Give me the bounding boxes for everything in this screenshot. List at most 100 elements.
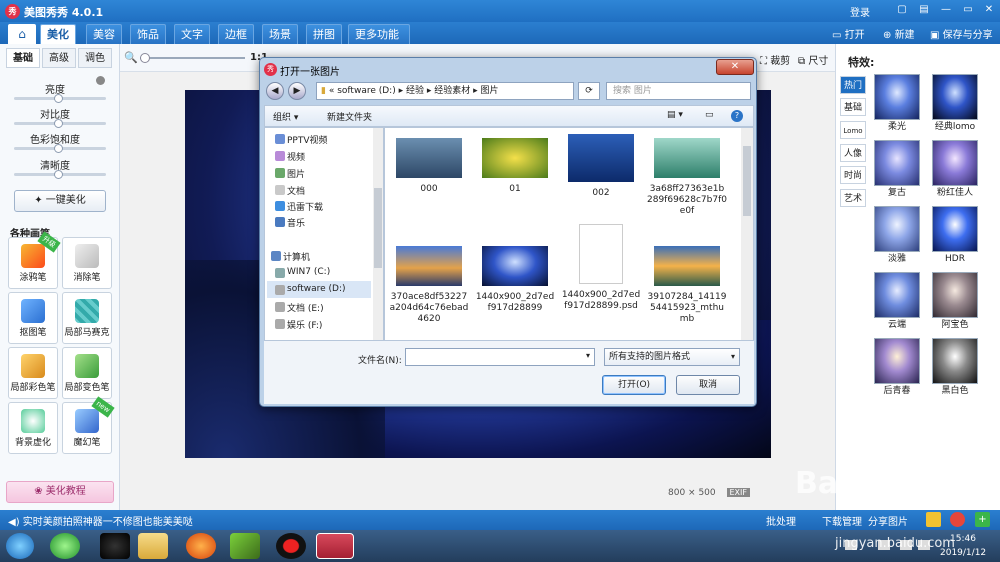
fx-tab-lomo[interactable]: Lomo [840, 121, 866, 139]
login-link[interactable]: 登录 [850, 4, 870, 19]
path-drive[interactable]: software (D:) [337, 86, 396, 96]
minimize-icon[interactable]: — [937, 2, 955, 18]
effect-classic-lomo[interactable]: 经典lomo [931, 74, 979, 136]
open-file-button[interactable]: 打开(O) [602, 375, 666, 395]
tab-text[interactable]: 文字 [174, 24, 210, 44]
plus-icon[interactable]: + [975, 512, 990, 527]
path-folder-2[interactable]: 经验素材 [434, 86, 470, 96]
brightness-knob[interactable] [54, 94, 63, 103]
nav-drive-c[interactable]: WIN7 (C:) [287, 267, 330, 277]
tool-local-recolor[interactable]: 局部变色笔 [62, 347, 112, 399]
tool-local-color[interactable]: 局部彩色笔 [8, 347, 58, 399]
path-overflow[interactable]: « [329, 86, 335, 96]
effect-black-white[interactable]: 黑白色 [931, 338, 979, 400]
tool-bg-blur[interactable]: 背景虚化 [8, 402, 58, 454]
effect-retro[interactable]: 复古 [873, 140, 921, 202]
star-icon[interactable] [926, 512, 941, 527]
tab-border[interactable]: 边框 [218, 24, 254, 44]
meitu-taskbar-icon[interactable] [316, 533, 354, 559]
nav-xunlei[interactable]: 迅雷下载 [287, 200, 323, 213]
contrast-slider[interactable] [14, 119, 106, 128]
path-folder-1[interactable]: 经验 [406, 86, 424, 96]
path-folder-3[interactable]: 图片 [481, 86, 499, 96]
nav-scrollbar-thumb[interactable] [374, 188, 382, 268]
effect-elegant[interactable]: 淡雅 [873, 206, 921, 268]
preview-pane-icon[interactable]: ▭ [705, 110, 714, 120]
new-folder-button[interactable]: 新建文件夹 [327, 110, 372, 123]
auto-beautify-button[interactable]: ✦ 一键美化 [14, 190, 106, 212]
file-scrollbar[interactable] [741, 128, 753, 340]
file-item[interactable]: 01 [475, 138, 555, 195]
back-icon[interactable]: ◀ [266, 82, 284, 100]
file-item[interactable]: 002 [561, 134, 641, 199]
nav-pictures[interactable]: 图片 [287, 167, 305, 180]
dialog-search-input[interactable]: 搜索 图片 [606, 82, 751, 100]
folder-icon[interactable] [138, 533, 168, 559]
nav-drive-e[interactable]: 文档 (E:) [287, 301, 324, 314]
close-icon[interactable]: ✕ [980, 2, 998, 18]
fx-tab-hot[interactable]: 热门 [840, 76, 866, 94]
nav-pptv[interactable]: PPTV视频 [287, 133, 328, 146]
nav-documents[interactable]: 文档 [287, 184, 305, 197]
nav-drive-f[interactable]: 娱乐 (F:) [287, 318, 322, 331]
sharpness-slider[interactable] [14, 170, 106, 179]
firefox-icon[interactable] [186, 533, 216, 559]
360-icon[interactable] [50, 533, 80, 559]
help-icon[interactable]: ? [731, 110, 743, 122]
file-scrollbar-thumb[interactable] [743, 146, 751, 216]
zoom-slider-knob[interactable] [140, 53, 150, 63]
effect-cloud[interactable]: 云端 [873, 272, 921, 334]
nav-videos[interactable]: 视频 [287, 150, 305, 163]
tab-beautify[interactable]: 美化 [40, 24, 76, 44]
fx-tab-art[interactable]: 艺术 [840, 189, 866, 207]
chevron-down-icon[interactable]: ▾ [586, 351, 590, 360]
media-icon[interactable] [230, 533, 260, 559]
menu-icon[interactable]: ▤ [915, 2, 933, 18]
tool-eraser[interactable]: 消除笔 [62, 237, 112, 289]
tab-collage[interactable]: 拼图 [306, 24, 342, 44]
open-button[interactable]: ▭ 打开 [832, 26, 865, 41]
status-tip[interactable]: ◀) 实时美颜拍照神器一不修图也能美美哒 [8, 513, 193, 528]
batch-button[interactable]: 批处理 [766, 513, 796, 528]
tool-mosaic[interactable]: 局部马赛克 [62, 292, 112, 344]
subtab-advanced[interactable]: 高级 [42, 48, 76, 68]
tab-scene[interactable]: 场景 [262, 24, 298, 44]
brightness-slider[interactable] [14, 94, 106, 103]
start-icon[interactable] [6, 533, 34, 559]
home-icon[interactable]: ⌂ [8, 24, 36, 44]
file-item[interactable]: 1440x900_2d7edf917d28899.psd [561, 224, 641, 312]
file-item[interactable]: 1440x900_2d7edf917d28899 [475, 246, 555, 314]
exif-badge[interactable]: EXIF [726, 488, 750, 497]
tab-more[interactable]: 更多功能 ▾ [348, 24, 410, 61]
weibo-icon[interactable] [950, 512, 965, 527]
contrast-knob[interactable] [54, 119, 63, 128]
share-image[interactable]: 分享图片 [868, 513, 908, 528]
file-item[interactable]: 3a68ff27363e1b289f69628c7b7f0e0f [647, 138, 727, 217]
fx-tab-fashion[interactable]: 时尚 [840, 166, 866, 184]
chevron-down-icon[interactable]: ▾ [731, 349, 735, 365]
file-item[interactable]: 370ace8df53227a204d64c76ebad4620 [389, 246, 469, 325]
fx-tab-portrait[interactable]: 人像 [840, 144, 866, 162]
address-bar[interactable]: ▮ « software (D:) ▸ 经验 ▸ 经验素材 ▸ 图片 [316, 82, 574, 100]
maximize-icon[interactable]: ▭ [959, 2, 977, 18]
organize-button[interactable]: 组织 ▾ [273, 110, 298, 123]
view-icon[interactable]: ▤ ▾ [667, 110, 683, 120]
tab-beauty[interactable]: 美容 [86, 24, 122, 44]
new-button[interactable]: ⊕ 新建 [883, 26, 915, 41]
crop-button[interactable]: ⛶ 裁剪 [760, 52, 790, 67]
effect-hdr[interactable]: HDR [931, 206, 979, 268]
sharpness-knob[interactable] [54, 170, 63, 179]
saturation-slider[interactable] [14, 144, 106, 153]
effect-abao[interactable]: 阿宝色 [931, 272, 979, 334]
file-item[interactable]: 000 [389, 138, 469, 195]
effect-pink-lady[interactable]: 粉红佳人 [931, 140, 979, 202]
tool-magic-pen[interactable]: 魔幻笔 new [62, 396, 115, 454]
tool-cutout[interactable]: 抠图笔 [8, 292, 58, 344]
tutorial-button[interactable]: ❀ 美化教程 [6, 481, 114, 503]
feedback-icon[interactable]: ▢ [893, 2, 911, 18]
qq-icon[interactable] [100, 533, 130, 559]
effect-soft-light[interactable]: 柔光 [873, 74, 921, 136]
tab-accessories[interactable]: 饰品 [130, 24, 166, 44]
save-share-button[interactable]: ▣ 保存与分享 [930, 26, 993, 41]
dialog-close-button[interactable]: ✕ [716, 59, 754, 75]
